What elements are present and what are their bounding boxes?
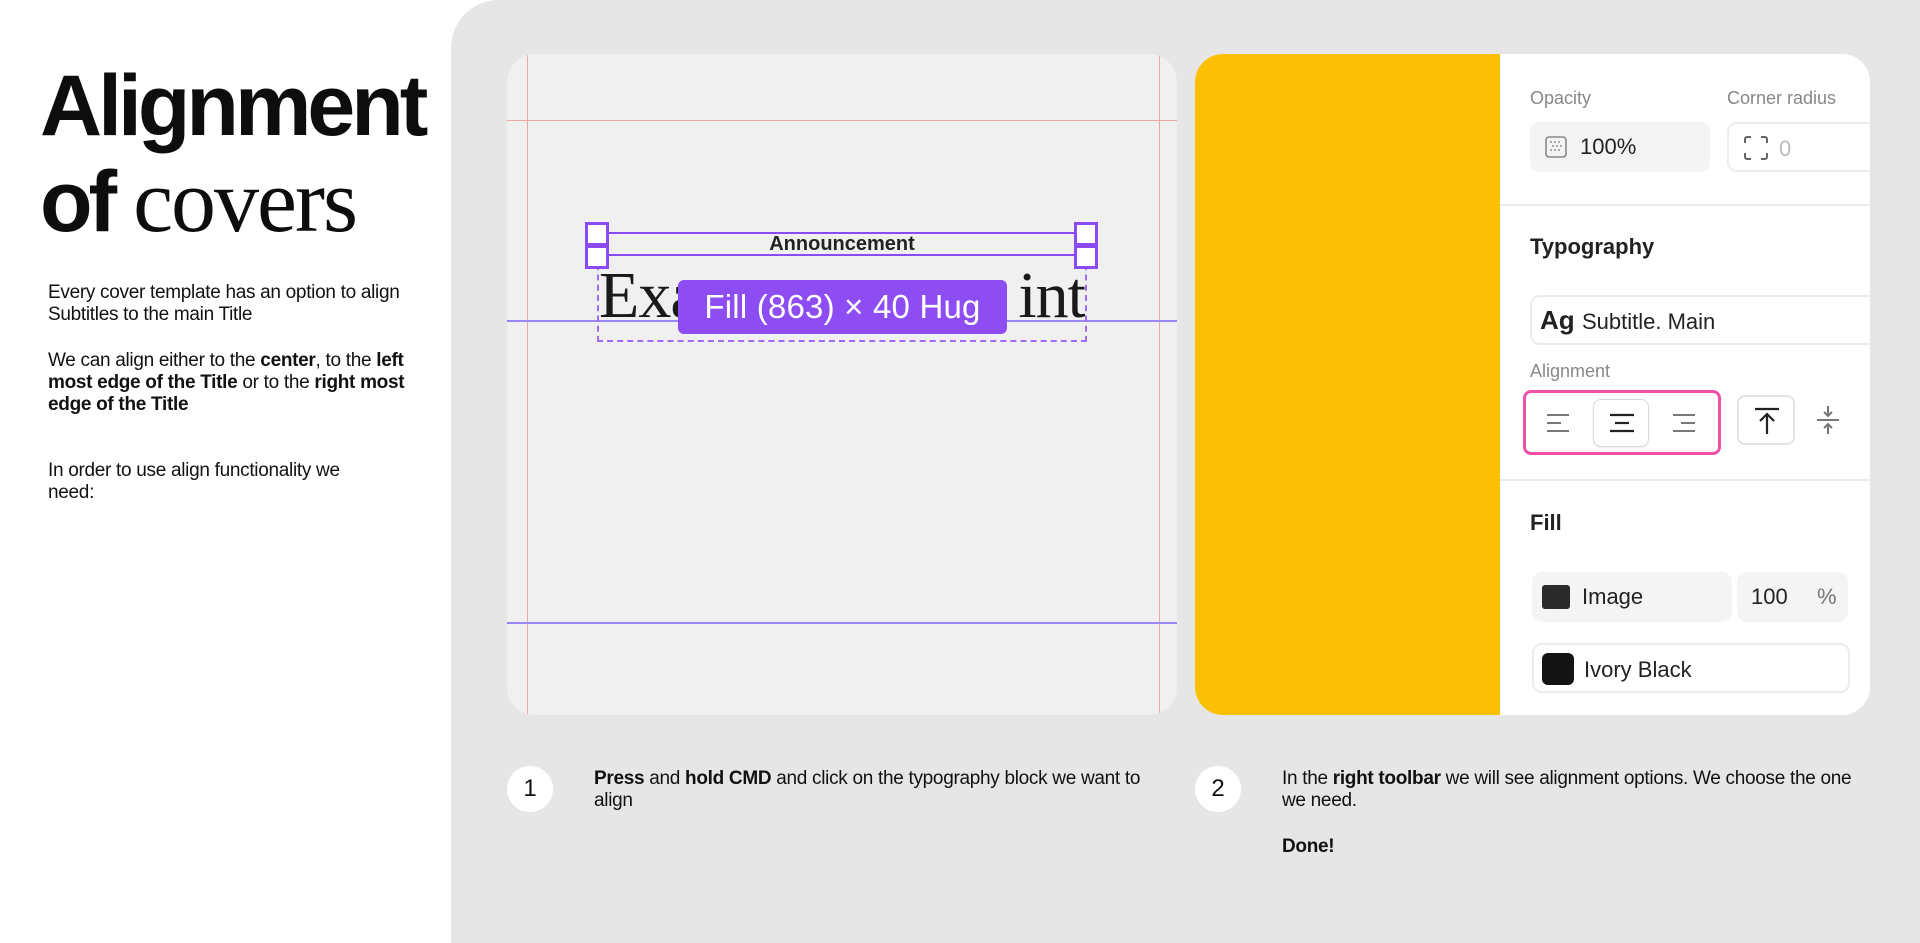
properties-card: Opacity Corner radius 100% 0 Typography (1195, 54, 1870, 715)
fill-opacity-input[interactable]: 100 % (1737, 572, 1848, 622)
fill-opacity-unit: % (1817, 584, 1837, 609)
title-line-2a: of (40, 154, 117, 250)
left-column: Alignment of covers Every cover template… (0, 0, 450, 943)
corner-radius-label: Corner radius (1727, 88, 1837, 108)
guide-red-left (527, 54, 528, 715)
align-top-button[interactable] (1737, 395, 1795, 445)
title-line-1: Alignment (40, 58, 428, 154)
resize-handle-bottom-left[interactable] (585, 245, 609, 269)
horizontal-alignment-group (1523, 390, 1721, 455)
fill-color-name: Ivory Black (1584, 657, 1692, 682)
description-1: Every cover template has an option to al… (48, 282, 400, 325)
guide-blue-bottom (507, 622, 1177, 624)
resize-handle-top-left[interactable] (585, 222, 609, 246)
step-2-number: 2 (1195, 766, 1241, 812)
step-1-number: 1 (507, 766, 553, 812)
align-middle-button[interactable] (1800, 395, 1858, 445)
corner-radius-input[interactable]: 0 (1727, 122, 1870, 172)
fill-type-select[interactable]: Image (1532, 572, 1732, 622)
opacity-input[interactable]: 100% (1530, 122, 1710, 172)
align-center-icon (1610, 413, 1634, 433)
size-badge: Fill (863) × 40 Hug (678, 280, 1007, 334)
align-right-button[interactable] (1656, 399, 1712, 447)
title-line-2b: covers (133, 152, 358, 251)
guide-red-top (507, 120, 1177, 121)
fill-heading: Fill (1530, 510, 1562, 535)
typography-style-name: Subtitle. Main (1582, 309, 1716, 334)
color-swatch-icon (1542, 653, 1574, 685)
resize-handle-bottom-right[interactable] (1074, 245, 1098, 269)
description-3: In order to use align functionality we n… (48, 460, 340, 503)
opacity-value: 100% (1580, 134, 1637, 159)
right-toolbar: Opacity Corner radius 100% 0 Typography (1500, 54, 1870, 715)
align-right-icon (1673, 414, 1695, 432)
corner-radius-icon (1744, 136, 1768, 160)
slide-title: Alignment of covers (40, 58, 428, 251)
typography-style-select[interactable]: Ag Subtitle. Main (1530, 295, 1870, 345)
selection-box[interactable] (594, 232, 1090, 256)
step-2-done: Done! (1282, 836, 1335, 857)
align-left-icon (1547, 414, 1569, 432)
align-left-button[interactable] (1530, 399, 1586, 447)
fill-type: Image (1582, 584, 1644, 609)
opacity-label: Opacity (1530, 88, 1592, 108)
step-1-text: Press and hold CMD and click on the typo… (594, 768, 1141, 811)
typography-ag-icon: Ag (1540, 305, 1575, 335)
image-fill-icon (1542, 585, 1570, 609)
alignment-label: Alignment (1530, 361, 1611, 381)
description-2: We can align either to the center, to th… (48, 350, 405, 415)
align-center-button[interactable] (1593, 399, 1649, 447)
corner-radius-value: 0 (1779, 136, 1792, 161)
opacity-icon (1545, 136, 1567, 158)
align-middle-icon (1817, 406, 1839, 434)
fill-opacity-value: 100 (1751, 584, 1788, 609)
fill-color-select[interactable]: Ivory Black (1532, 643, 1850, 693)
step-2-text: In the right toolbar we will see alignme… (1282, 768, 1852, 811)
cover-preview (1195, 54, 1500, 715)
align-top-icon (1755, 407, 1779, 434)
divider-1 (1500, 204, 1870, 206)
typography-heading: Typography (1530, 234, 1655, 259)
resize-handle-top-right[interactable] (1074, 222, 1098, 246)
canvas-card: Exa int Announcement Fill (863) × 40 Hug (507, 54, 1177, 715)
guide-red-right (1159, 54, 1160, 715)
divider-2 (1500, 479, 1870, 481)
